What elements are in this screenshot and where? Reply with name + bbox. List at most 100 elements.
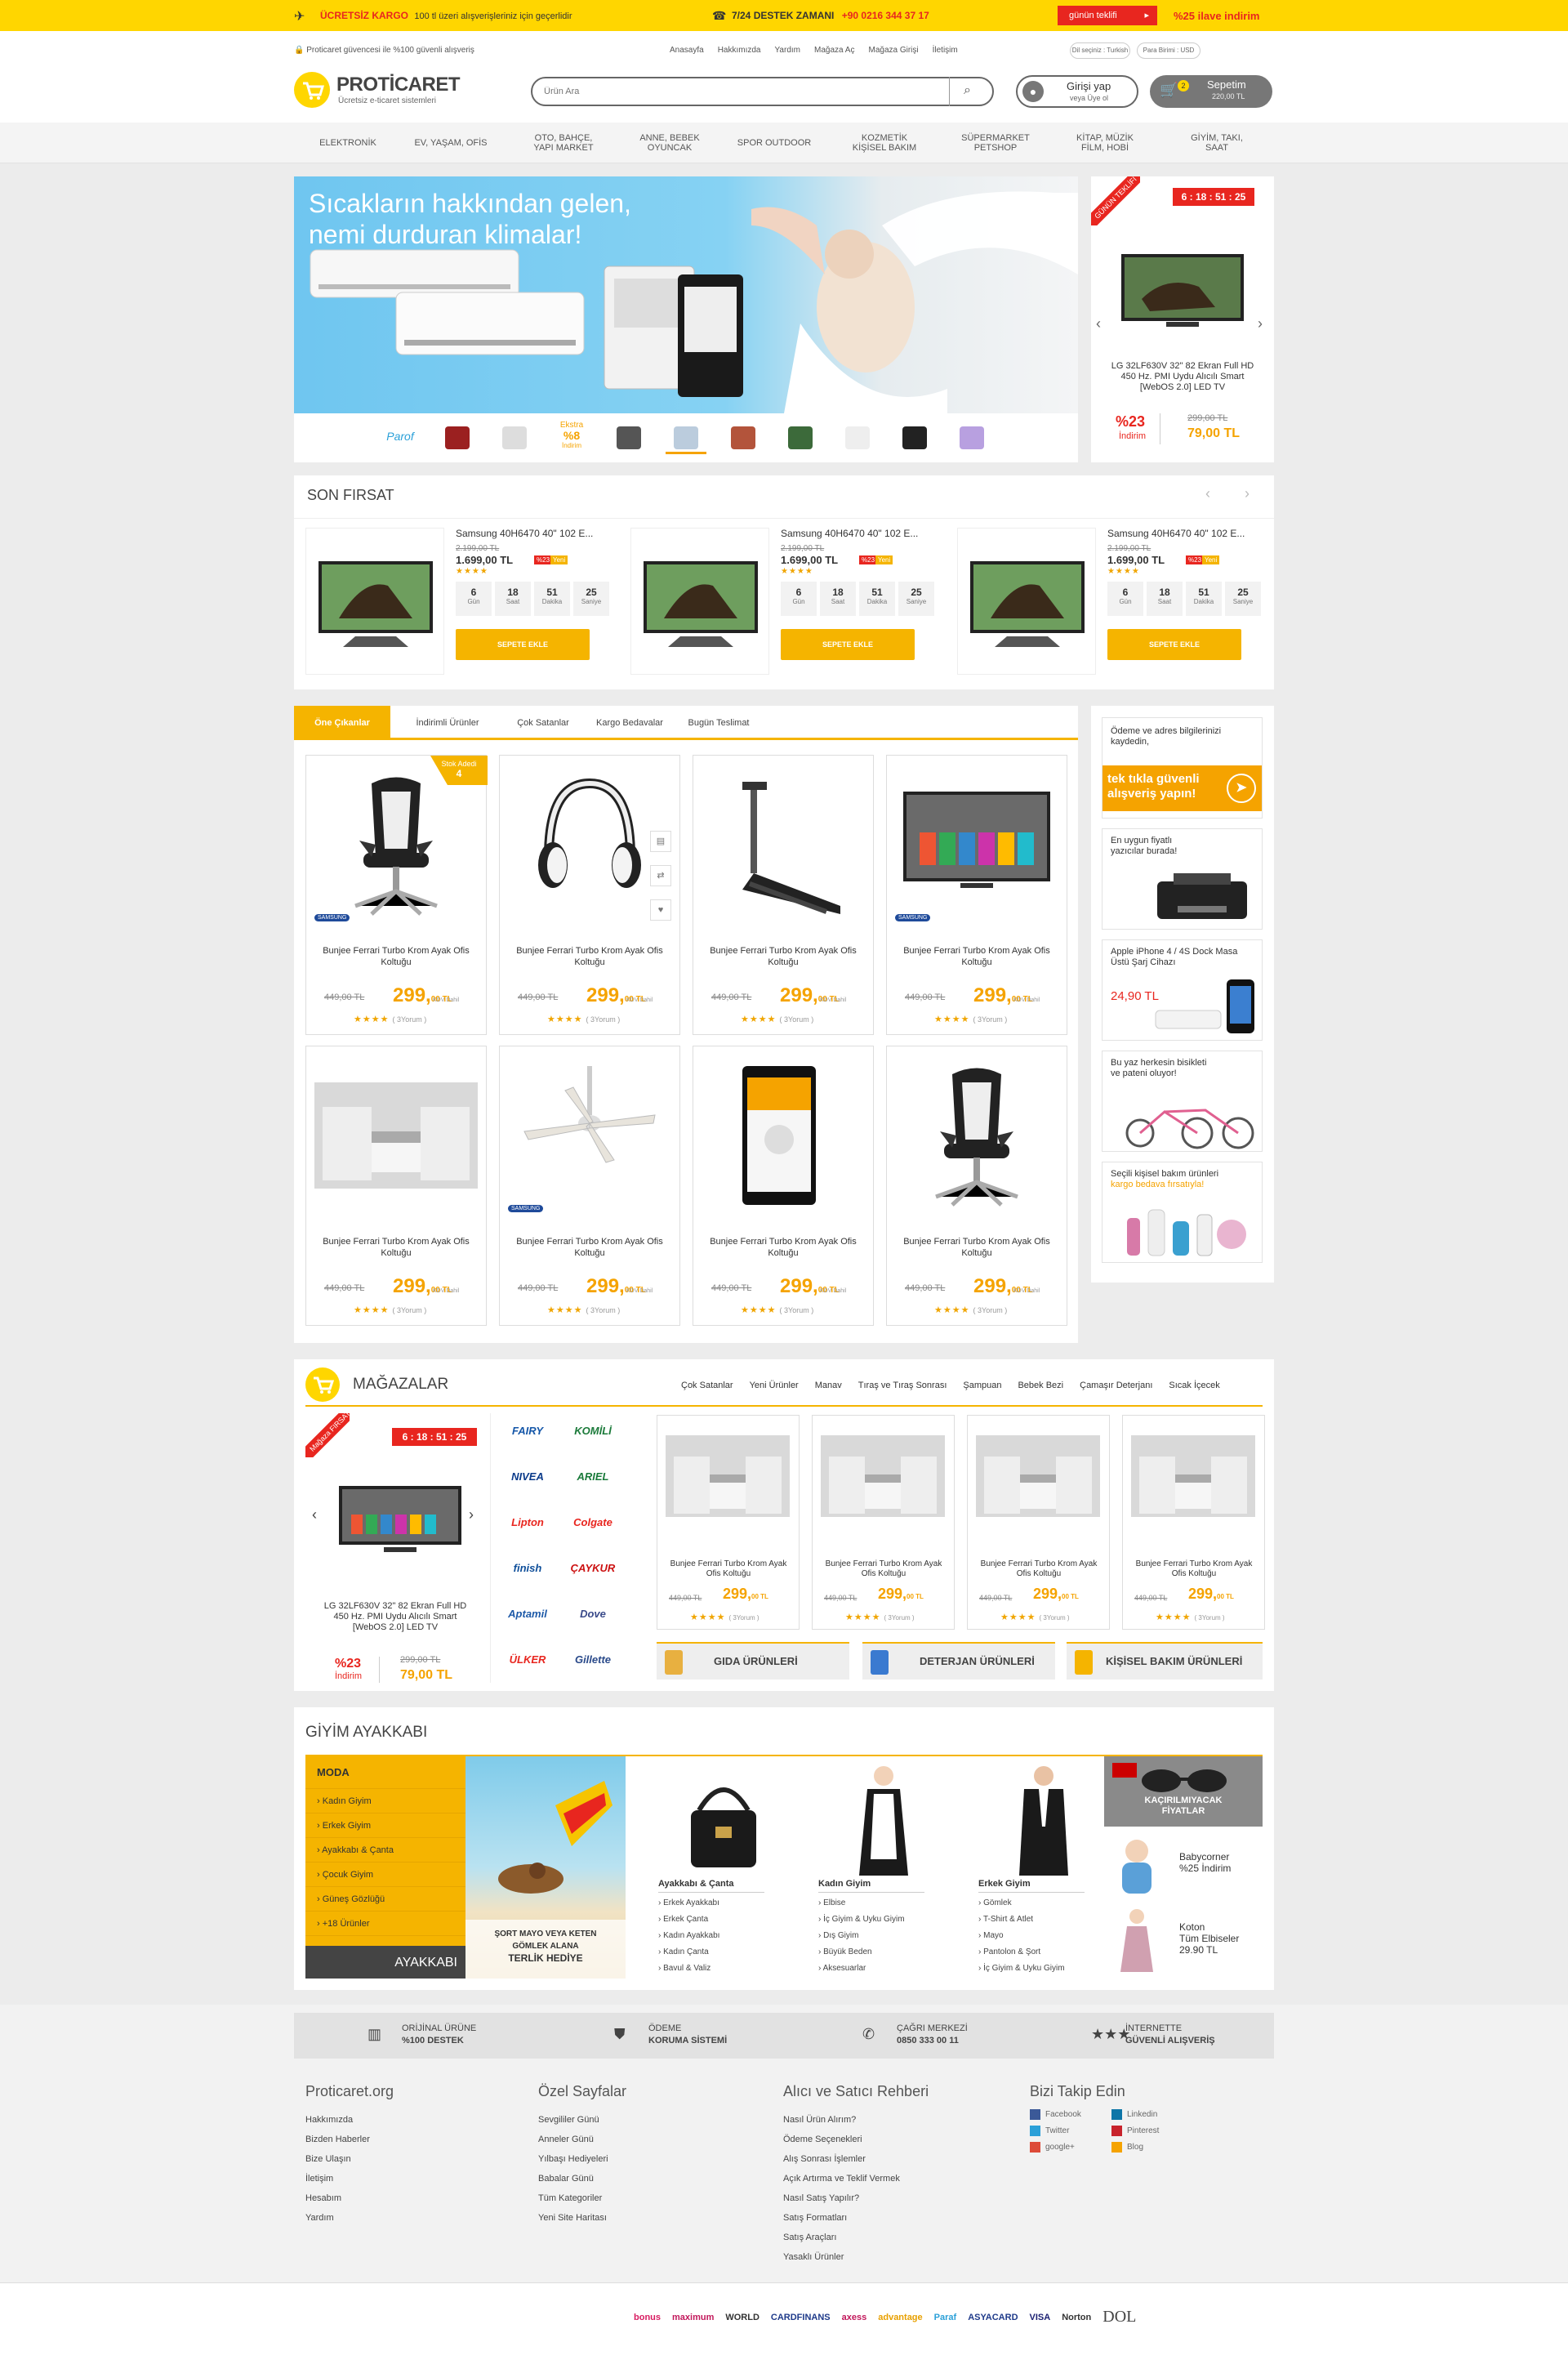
hero-thumbnail[interactable] [608,422,649,454]
social-link[interactable]: Blog [1111,2142,1143,2153]
product-name[interactable]: Bunjee Ferrari Turbo Krom Ayak Ofis Kolt… [895,1236,1058,1259]
product-card[interactable]: SAMSUNG Bunjee Ferrari Turbo Krom Ayak Of… [499,1046,680,1326]
product-name[interactable]: Bunjee Ferrari Turbo Krom Ayak Ofis Kolt… [314,1236,478,1259]
fashion-link[interactable]: › Mayo [978,1931,1004,1940]
footer-link[interactable]: Hakkımızda [305,2110,518,2130]
fashion-menu-item[interactable]: › +18 Ürünler [305,1912,466,1936]
review-count[interactable]: ( 3Yorum ) [393,1306,427,1314]
brand-logo[interactable]: Dove [564,1608,622,1620]
side-ad-printer[interactable]: En uygun fiyatlı yazıcılar burada! [1102,828,1263,930]
footer-link[interactable]: İletişim [305,2169,518,2188]
calendar-icon[interactable]: ▤ [650,831,671,852]
top-link[interactable]: Mağaza Aç [814,46,854,55]
last-chance-next[interactable]: › [1245,485,1250,502]
last-chance-name[interactable]: Samsung 40H6470 40" 102 E... [1107,528,1245,539]
review-count[interactable]: ( 3Yorum ) [973,1015,1008,1024]
fashion-menu-item[interactable]: › Kadın Giyim [305,1789,466,1813]
fashion-link[interactable]: › Dış Giyim [818,1931,858,1940]
nav-item[interactable]: KOZMETİK KİŞİSEL BAKIM [828,123,941,163]
side-ad-care[interactable]: Seçili kişisel bakım ürünleri kargo beda… [1102,1162,1263,1263]
side-ad-dock[interactable]: Apple iPhone 4 / 4S Dock Masa Üstü Şarj … [1102,939,1263,1041]
nav-item[interactable]: SPOR OUTDOOR [720,123,828,163]
fashion-link[interactable]: › Erkek Ayakkabı [658,1898,719,1907]
product-image[interactable] [702,1058,865,1213]
product-name[interactable]: Bunjee Ferrari Turbo Krom Ayak Ofis Kolt… [702,1236,865,1259]
social-link[interactable]: Pinterest [1111,2126,1159,2136]
footer-link[interactable]: Yılbaşı Hediyeleri [538,2149,751,2169]
heart-icon[interactable]: ♥ [650,899,671,921]
fashion-promo[interactable]: ŞORT MAYO VEYA KETEN GÖMLEK ALANA TERLİK… [466,1756,626,1979]
brand-logo[interactable]: Lipton [498,1516,557,1528]
tv-image[interactable] [957,528,1096,675]
social-link[interactable]: google+ [1030,2142,1075,2153]
brand-logo[interactable]: Aptamil [498,1608,557,1620]
hero-thumbnail[interactable] [780,422,821,454]
tab[interactable]: Kargo Bedavalar [581,706,678,740]
nav-item[interactable]: ELEKTRONİK [294,123,402,163]
last-chance-name[interactable]: Samsung 40H6470 40" 102 E... [781,528,918,539]
hero-thumbnail[interactable] [666,422,706,454]
product-name[interactable]: Bunjee Ferrari Turbo Krom Ayak Ofis Kolt… [508,945,671,968]
fashion-link[interactable]: › İç Giyim & Uyku Giyim [978,1964,1065,1973]
review-count[interactable]: ( 3Yorum ) [973,1306,1008,1314]
nav-item[interactable]: SÜPERMARKET PETSHOP [941,123,1050,163]
fashion-link[interactable]: › Elbise [818,1898,845,1907]
product-image[interactable] [508,767,671,922]
brand-logo[interactable]: finish [498,1562,557,1574]
store-category-button[interactable]: DETERJAN ÜRÜNLERİ [862,1642,1055,1680]
footer-link[interactable]: Tüm Kategoriler [538,2188,751,2208]
compare-icon[interactable]: ⇄ [650,865,671,886]
footer-link[interactable]: Satış Formatları [783,2208,996,2228]
store-product-image[interactable] [1128,1424,1258,1524]
review-count[interactable]: ( 3Yorum ) [729,1614,760,1622]
store-link[interactable]: Bebek Bezi [1018,1381,1063,1390]
fashion-link[interactable]: › Kadın Ayakkabı [658,1931,719,1940]
product-name[interactable]: Bunjee Ferrari Turbo Krom Ayak Ofis Kolt… [508,1236,671,1259]
store-category-button[interactable]: GIDA ÜRÜNLERİ [657,1642,849,1680]
product-card[interactable]: Bunjee Ferrari Turbo Krom Ayak Ofis Kolt… [886,1046,1067,1326]
store-product-card[interactable]: Bunjee Ferrari Turbo Krom Ayak Ofis Kolt… [657,1415,800,1630]
footer-link[interactable]: Anneler Günü [538,2130,751,2149]
footer-link[interactable]: Nasıl Satış Yapılır? [783,2188,996,2208]
social-link[interactable]: Linkedin [1111,2109,1157,2120]
social-link[interactable]: Facebook [1030,2109,1081,2120]
hero-thumbnail[interactable] [951,422,992,454]
store-product-name[interactable]: Bunjee Ferrari Turbo Krom Ayak Ofis Kolt… [973,1559,1105,1579]
hero-thumbnail[interactable]: Parof [380,422,421,454]
store-product-card[interactable]: Bunjee Ferrari Turbo Krom Ayak Ofis Kolt… [967,1415,1110,1630]
brand-logo[interactable]: ÇAYKUR [564,1562,622,1574]
hero-thumbnail[interactable]: Ekstra %8 İndirim [551,422,592,454]
fashion-link[interactable]: › Bavul & Valiz [658,1964,710,1973]
fashion-link[interactable]: › Erkek Çanta [658,1915,708,1924]
fashion-link[interactable]: › Kadın Çanta [658,1947,709,1956]
deal-product-name[interactable]: LG 32LF630V 32" 82 Ekran Full HD 450 Hz.… [1107,361,1258,393]
side-ad-bike[interactable]: Bu yaz herkesin bisikleti ve pateni oluy… [1102,1051,1263,1152]
tab[interactable]: Öne Çıkanlar [294,706,390,740]
footer-link[interactable]: Alış Sonrası İşlemler [783,2149,996,2169]
store-category-button[interactable]: KİŞİSEL BAKIM ÜRÜNLERİ [1067,1642,1263,1680]
fashion-column-title[interactable]: Kadın Giyim [818,1879,924,1893]
fashion-link[interactable]: › Büyük Beden [818,1947,872,1956]
store-product-name[interactable]: Bunjee Ferrari Turbo Krom Ayak Ofis Kolt… [817,1559,950,1579]
store-link[interactable]: Sıcak İçecek [1169,1381,1219,1390]
review-count[interactable]: ( 3Yorum ) [1195,1614,1225,1622]
hero-banner[interactable]: Sıcakların hakkından gelen, nemi durdura… [294,176,1078,413]
product-image[interactable] [895,767,1058,922]
last-chance-name[interactable]: Samsung 40H6470 40" 102 E... [456,528,593,539]
hero-thumbnail[interactable] [894,422,935,454]
footer-link[interactable]: Açık Artırma ve Teklif Vermek [783,2169,996,2188]
hero-thumbnail[interactable] [723,422,764,454]
store-link[interactable]: Manav [815,1381,842,1390]
fashion-image[interactable] [675,1761,773,1878]
tab[interactable]: İndirimli Ürünler [390,706,505,740]
product-card[interactable]: Bunjee Ferrari Turbo Krom Ayak Ofis Kolt… [693,755,874,1035]
nav-item[interactable]: ANNE, BEBEK OYUNCAK [619,123,720,163]
review-count[interactable]: ( 3Yorum ) [884,1614,915,1622]
product-card[interactable]: SAMSUNG Bunjee Ferrari Turbo Krom Ayak Of… [886,755,1067,1035]
review-count[interactable]: ( 3Yorum ) [1040,1614,1070,1622]
footer-link[interactable]: Bize Ulaşın [305,2149,518,2169]
fashion-ad-rayban[interactable]: KAÇIRILMIYACAK FİYATLAR [1104,1756,1263,1827]
stores-next-arrow[interactable]: › [469,1506,474,1524]
footer-link[interactable]: Babalar Günü [538,2169,751,2188]
store-link[interactable]: Şampuan [963,1381,1001,1390]
